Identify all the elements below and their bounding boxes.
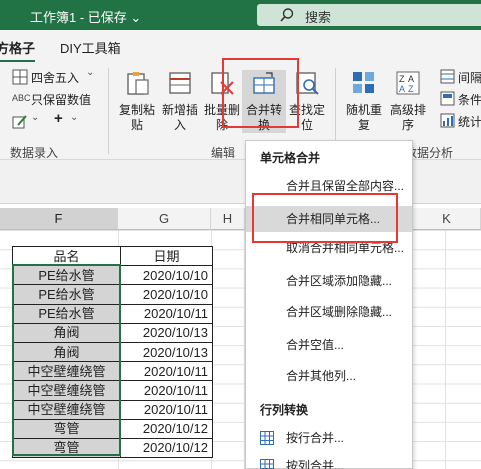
rounding-icon xyxy=(12,69,28,85)
random-label-2: 复 xyxy=(357,118,370,132)
cell-name[interactable]: PE给水管 xyxy=(12,303,121,324)
menu-section-cell-merge: 单元格合并 xyxy=(260,151,321,165)
cell-name[interactable]: 弯管 xyxy=(12,437,121,459)
cell-date[interactable]: 2020/10/12 xyxy=(120,437,213,459)
column-header-h[interactable]: H xyxy=(211,208,245,230)
table-row: 角阀 2020/10/13 xyxy=(12,341,213,363)
keep-values-button[interactable]: 只保留数值 xyxy=(31,91,91,108)
table-row: 弯管 2020/10/12 xyxy=(12,437,213,459)
edit-icon[interactable] xyxy=(12,114,28,130)
menu-item-label: 按行合并... xyxy=(286,431,345,445)
cell-date[interactable]: 2020/10/11 xyxy=(120,303,213,324)
grid-line xyxy=(445,230,446,469)
tab-diy-toolbox[interactable]: DIY工具箱 xyxy=(60,38,121,57)
cell-name[interactable]: 中空壁缠绕管 xyxy=(12,361,121,382)
cell-date[interactable]: 2020/10/10 xyxy=(120,284,213,305)
menu-item-merge-area-add-hidden[interactable]: 合并区域添加隐藏... xyxy=(246,268,412,294)
cell-name[interactable]: 中空壁缠绕管 xyxy=(12,380,121,401)
cell-name[interactable]: 弯管 xyxy=(12,418,121,439)
table-row: 中空壁缠绕管 2020/10/11 xyxy=(12,399,213,420)
cell-date[interactable]: 2020/10/11 xyxy=(120,380,213,401)
sort-label-2: 序 xyxy=(401,118,414,132)
header-cell-name[interactable]: 品名 xyxy=(12,245,121,267)
statistics-button[interactable]: 统计 xyxy=(458,113,481,130)
column-header-f[interactable]: F xyxy=(0,208,118,230)
highlight-box-merge xyxy=(222,58,299,128)
group-label-edit: 编辑 xyxy=(211,146,236,160)
random-repeat-button[interactable]: 随机重 复 xyxy=(342,70,386,133)
advanced-sort-button[interactable]: Z A A Z 高级排 序 xyxy=(386,70,430,133)
interval-icon xyxy=(440,69,455,84)
column-header-g[interactable]: G xyxy=(118,208,211,230)
search-placeholder: 搜索 xyxy=(305,10,332,25)
menu-item-merge-empty[interactable]: 合并空值... xyxy=(246,332,412,358)
insert-label-2: 入 xyxy=(173,118,186,132)
cell-date[interactable]: 2020/10/12 xyxy=(120,418,213,439)
table-row: PE给水管 2020/10/11 xyxy=(12,303,213,324)
cell-name[interactable]: 角阀 xyxy=(12,341,121,363)
copy-paste-label-2: 贴 xyxy=(130,118,143,132)
cell-name[interactable]: 中空壁缠绕管 xyxy=(12,399,121,420)
merge-convert-menu: 单元格合并 合并且保留全部内容... 合并相同单元格... 取消合并相同单元格.… xyxy=(245,140,413,469)
menu-section-row-column-convert: 行列转换 xyxy=(260,403,309,417)
chevron-down-icon[interactable]: ⌄ xyxy=(70,112,78,123)
group-label-data-entry: 数据录入 xyxy=(10,146,59,160)
divider xyxy=(108,68,109,154)
abc-icon: ABC xyxy=(12,93,31,103)
sort-label-1: 高级排 xyxy=(389,103,426,117)
cell-name[interactable]: PE给水管 xyxy=(12,265,121,286)
search-box[interactable]: 搜索 xyxy=(257,4,481,26)
data-table: 品名 日期 PE给水管 2020/10/10 PE给水管 2020/10/10 PE… xyxy=(12,245,213,459)
table-row: 角阀 2020/10/13 xyxy=(12,322,213,343)
menu-item-merge-by-column[interactable]: 按列合并... xyxy=(246,453,412,469)
chevron-down-icon[interactable]: ⌄ xyxy=(31,112,39,123)
cell-date[interactable]: 2020/10/13 xyxy=(120,341,213,363)
insert-button[interactable]: 新增插 入 xyxy=(159,70,201,133)
random-label-1: 随机重 xyxy=(345,103,382,117)
condition-button[interactable]: 条件 xyxy=(458,91,481,108)
cell-date[interactable]: 2020/10/13 xyxy=(120,322,213,343)
copy-paste-button[interactable]: 复制粘 贴 xyxy=(116,70,158,133)
highlight-box-menu-item xyxy=(252,193,398,243)
svg-text:Z: Z xyxy=(399,74,405,84)
statistics-icon xyxy=(440,113,455,128)
cell-name[interactable]: 角阀 xyxy=(12,322,121,343)
menu-item-merge-by-row[interactable]: 按行合并... xyxy=(246,425,412,451)
table-icon xyxy=(260,459,274,469)
menu-item-merge-area-remove-hidden[interactable]: 合并区域删除隐藏... xyxy=(246,299,412,325)
document-title[interactable]: 工作簿1 - 已保存 ⌄ xyxy=(30,7,141,26)
table-row: 弯管 2020/10/12 xyxy=(12,418,213,439)
table-row: 中空壁缠绕管 2020/10/11 xyxy=(12,380,213,401)
cell-date[interactable]: 2020/10/10 xyxy=(120,265,213,286)
insert-label-1: 新增插 xyxy=(161,103,198,117)
table-row: 中空壁缠绕管 2020/10/11 xyxy=(12,361,213,382)
tab-fanggezi[interactable]: 方格子 xyxy=(0,38,36,63)
cell-date[interactable]: 2020/10/11 xyxy=(120,399,213,420)
svg-text:Z: Z xyxy=(408,84,414,94)
random-grid-icon xyxy=(353,72,374,93)
chevron-down-icon[interactable]: ⌄ xyxy=(86,67,94,78)
cell-name[interactable]: PE给水管 xyxy=(12,284,121,305)
header-cell-date[interactable]: 日期 xyxy=(120,245,213,267)
table-row: PE给水管 2020/10/10 xyxy=(12,265,213,286)
menu-item-merge-other-columns[interactable]: 合并其他列... xyxy=(246,363,412,389)
table-row: PE给水管 2020/10/10 xyxy=(12,284,213,305)
rounding-button[interactable]: 四舍五入 xyxy=(31,69,79,86)
svg-text:A: A xyxy=(399,84,405,94)
clipboard-icon xyxy=(127,72,149,95)
title-bar: 工作簿1 - 已保存 ⌄ 搜索 xyxy=(0,0,481,30)
plus-button[interactable]: + xyxy=(54,110,63,127)
menu-item-label: 按列合并... xyxy=(286,459,345,469)
insert-rows-icon xyxy=(169,72,191,94)
search-icon xyxy=(280,8,294,22)
svg-text:A: A xyxy=(408,74,414,84)
interval-button[interactable]: 间隔 xyxy=(458,69,481,86)
table-icon xyxy=(260,431,274,445)
sort-az-icon: Z A A Z xyxy=(396,71,420,95)
cell-date[interactable]: 2020/10/11 xyxy=(120,361,213,382)
column-header-k[interactable]: K xyxy=(413,208,481,230)
condition-icon xyxy=(440,91,455,106)
copy-paste-label-1: 复制粘 xyxy=(118,103,155,117)
